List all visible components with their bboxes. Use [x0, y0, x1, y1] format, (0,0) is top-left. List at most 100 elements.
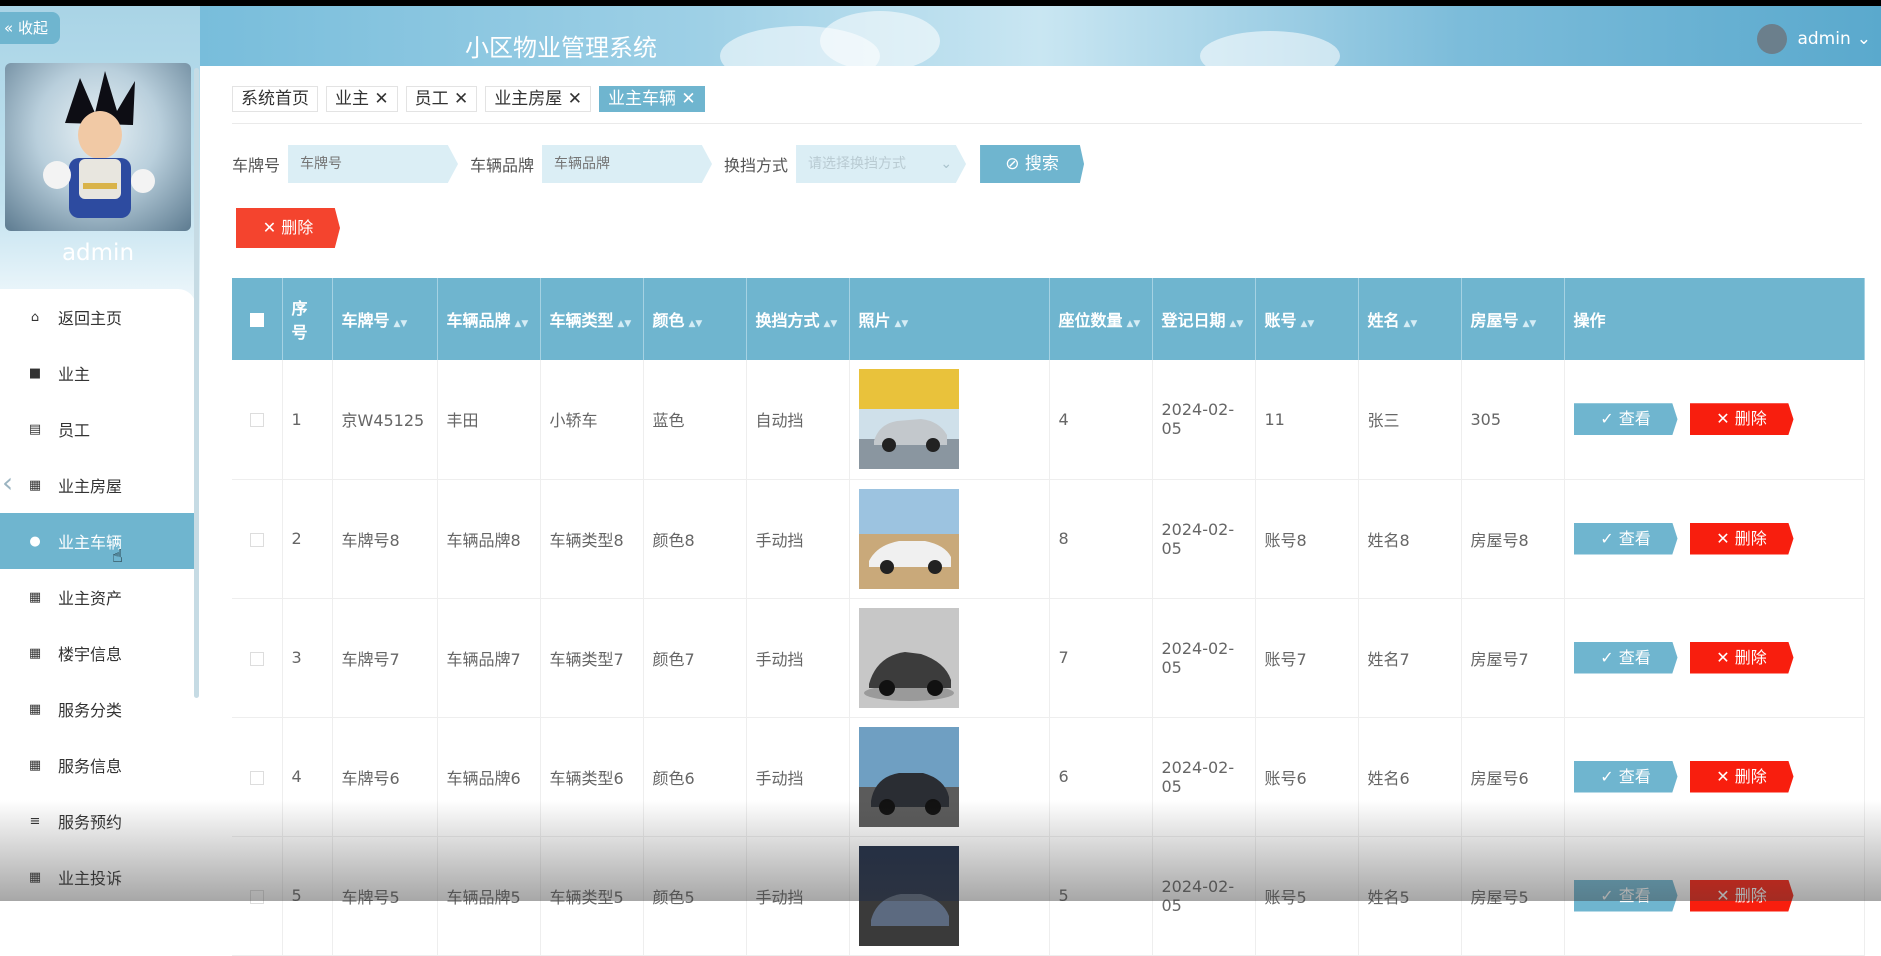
close-icon[interactable]: ✕ — [449, 89, 468, 109]
close-icon[interactable]: ✕ — [369, 89, 388, 109]
sidebar-item-owner-houses[interactable]: ▦ 业主房屋 — [0, 457, 196, 513]
delete-label: 删除 — [1734, 647, 1767, 667]
delete-button[interactable]: ✕ 删除 — [1689, 641, 1794, 674]
view-button[interactable]: ✓ 查看 — [1573, 879, 1678, 912]
row-checkbox[interactable] — [249, 413, 264, 428]
row-checkbox[interactable] — [249, 532, 264, 547]
select-all-checkbox[interactable] — [249, 313, 264, 327]
col-header-plate[interactable]: 车牌号 ▲▼ — [332, 278, 438, 360]
search-button[interactable]: ⊘ 搜索 — [980, 145, 1085, 183]
check-icon: ✓ — [1600, 766, 1619, 786]
view-button[interactable]: ✓ 查看 — [1573, 641, 1678, 674]
sort-icon[interactable]: ▲▼ — [1523, 319, 1537, 329]
cell-house: 305 — [1461, 360, 1565, 480]
mouse-cursor-icon: ☝ — [112, 546, 123, 567]
cell-photo — [849, 717, 1050, 837]
sort-icon[interactable]: ▲▼ — [895, 319, 909, 329]
sidebar-item-staff[interactable]: ▤ 员工 — [0, 401, 196, 457]
cell-date: 2024-02-05 — [1152, 836, 1256, 956]
sidebar-item-service-categories[interactable]: ▦ 服务分类 — [0, 681, 196, 737]
col-header-house[interactable]: 房屋号 ▲▼ — [1461, 278, 1565, 360]
cell-seats: 4 — [1049, 360, 1153, 480]
sort-icon[interactable]: ▲▼ — [618, 319, 632, 329]
sidebar-item-home[interactable]: ⌂ 返回主页 — [0, 289, 196, 345]
row-checkbox[interactable] — [249, 770, 264, 785]
view-label: 查看 — [1618, 409, 1651, 429]
chevron-left-icon[interactable]: ‹ — [2, 466, 13, 499]
sort-icon[interactable]: ▲▼ — [394, 319, 408, 329]
col-header-date[interactable]: 登记日期 ▲▼ — [1152, 278, 1256, 360]
sidebar-item-owners[interactable]: ■ 业主 — [0, 345, 196, 401]
row-select-cell — [232, 717, 283, 837]
car-photo[interactable] — [858, 488, 959, 589]
car-photo[interactable] — [858, 369, 959, 470]
header-username: admin — [1797, 29, 1851, 49]
col-header-photo[interactable]: 照片 ▲▼ — [849, 278, 1050, 360]
cell-gear: 手动挡 — [746, 717, 850, 837]
view-button[interactable]: ✓ 查看 — [1573, 760, 1678, 793]
tab-staff[interactable]: 员工 ✕ — [405, 86, 478, 112]
col-header-name[interactable]: 姓名 ▲▼ — [1358, 278, 1462, 360]
close-icon[interactable]: ✕ — [676, 89, 695, 109]
tab-home[interactable]: 系统首页 — [232, 86, 318, 112]
sort-icon[interactable]: ▲▼ — [1230, 319, 1244, 329]
tab-owners[interactable]: 业主 ✕ — [326, 86, 398, 112]
sidebar-item-owner-assets[interactable]: ▦ 业主资产 — [0, 569, 196, 625]
plate-input[interactable] — [288, 145, 459, 183]
delete-button[interactable]: ✕ 删除 — [1689, 522, 1794, 555]
sidebar-item-service-booking[interactable]: ≡ 服务预约 — [0, 793, 196, 849]
cell-color: 颜色7 — [643, 598, 747, 718]
select-all-cell — [232, 278, 283, 360]
delete-label: 删除 — [1734, 885, 1767, 905]
sidebar-item-owner-vehicles[interactable]: ● 业主车辆 — [0, 513, 196, 569]
car-photo[interactable] — [858, 726, 959, 827]
sidebar-item-service-info[interactable]: ▦ 服务信息 — [0, 737, 196, 793]
col-label: 换挡方式 — [755, 311, 820, 330]
collapse-button[interactable]: « 收起 — [0, 12, 60, 44]
sidebar-item-buildings[interactable]: ▦ 楼宇信息 — [0, 625, 196, 681]
close-icon[interactable]: ✕ — [562, 89, 582, 109]
sort-icon[interactable]: ▲▼ — [824, 319, 838, 329]
cell-plate: 京W45125 — [332, 360, 438, 480]
sidebar-item-label: 业主资产 — [58, 589, 123, 608]
brand-input[interactable] — [542, 145, 713, 183]
tab-owner-vehicles[interactable]: 业主车辆 ✕ — [598, 86, 705, 112]
sort-icon[interactable]: ▲▼ — [1127, 319, 1141, 329]
sidebar-item-complaints[interactable]: ▦ 业主投诉 — [0, 849, 196, 901]
col-label: 账号 — [1264, 311, 1297, 330]
col-header-account[interactable]: 账号 ▲▼ — [1255, 278, 1359, 360]
sort-icon[interactable]: ▲▼ — [1301, 319, 1315, 329]
close-icon: ✕ — [1716, 409, 1735, 429]
col-header-color[interactable]: 颜色 ▲▼ — [643, 278, 747, 360]
sort-icon[interactable]: ▲▼ — [689, 319, 703, 329]
col-header-gear[interactable]: 换挡方式 ▲▼ — [746, 278, 850, 360]
cell-gear: 自动挡 — [746, 360, 850, 480]
delete-button[interactable]: ✕ 删除 — [1689, 760, 1794, 793]
car-photo[interactable] — [858, 607, 959, 708]
col-header-type[interactable]: 车辆类型 ▲▼ — [540, 278, 644, 360]
col-header-brand[interactable]: 车辆品牌 ▲▼ — [437, 278, 541, 360]
tab-label: 系统首页 — [241, 89, 309, 109]
cloud-decoration — [820, 11, 940, 66]
bulk-delete-button[interactable]: ✕ 删除 — [236, 208, 340, 248]
tab-owner-houses[interactable]: 业主房屋 ✕ — [485, 86, 591, 112]
user-menu[interactable]: admin ⌄ — [1757, 24, 1871, 54]
delete-button[interactable]: ✕ 删除 — [1689, 403, 1794, 436]
cell-color: 颜色8 — [643, 479, 747, 599]
view-button[interactable]: ✓ 查看 — [1573, 403, 1678, 436]
row-checkbox[interactable] — [249, 651, 264, 666]
table-row: 1 京W45125 丰田 小轿车 蓝色 自动挡 4 2024-02-05 11 … — [232, 360, 1865, 480]
row-checkbox[interactable] — [249, 889, 264, 904]
sort-icon[interactable]: ▲▼ — [515, 319, 529, 329]
car-photo[interactable] — [858, 845, 959, 946]
delete-button[interactable]: ✕ 删除 — [1689, 879, 1794, 912]
col-header-seats[interactable]: 座位数量 ▲▼ — [1049, 278, 1153, 360]
sort-icon[interactable]: ▲▼ — [1404, 319, 1418, 329]
gear-select[interactable]: 请选择换挡方式 ⌄ — [796, 145, 967, 183]
view-button[interactable]: ✓ 查看 — [1573, 522, 1678, 555]
gear-label: 换挡方式 — [724, 156, 789, 175]
table-row: 2 车牌号8 车辆品牌8 车辆类型8 颜色8 手动挡 8 2024-02-05 … — [232, 479, 1865, 599]
col-label: 照片 — [858, 311, 891, 330]
check-icon: ✓ — [1600, 885, 1619, 905]
sidebar-scrollbar[interactable] — [194, 68, 199, 698]
